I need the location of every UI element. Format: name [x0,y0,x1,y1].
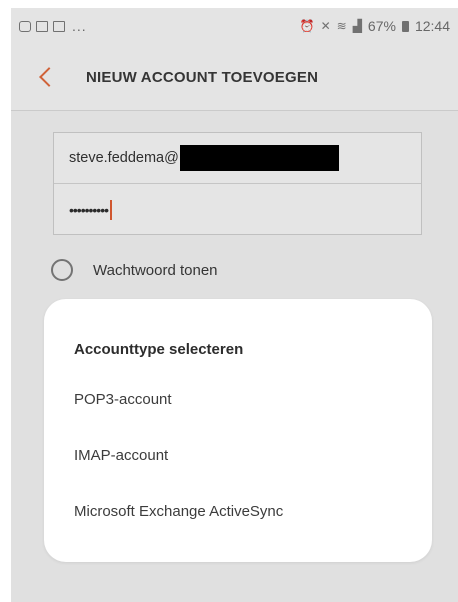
exchange-activesync-option[interactable]: Microsoft Exchange ActiveSync [74,503,283,520]
phone-screen: ... ⏰ ✕ ≋ ▟ 67% 12:44 NIEUW ACCOUNT TOEV… [11,8,458,602]
pop3-account-option[interactable]: POP3-account [74,391,172,408]
imap-account-option[interactable]: IMAP-account [74,447,168,464]
dialog-title: Accounttype selecteren [74,341,244,358]
account-type-dialog: Accounttype selecteren POP3-account IMAP… [44,299,432,562]
